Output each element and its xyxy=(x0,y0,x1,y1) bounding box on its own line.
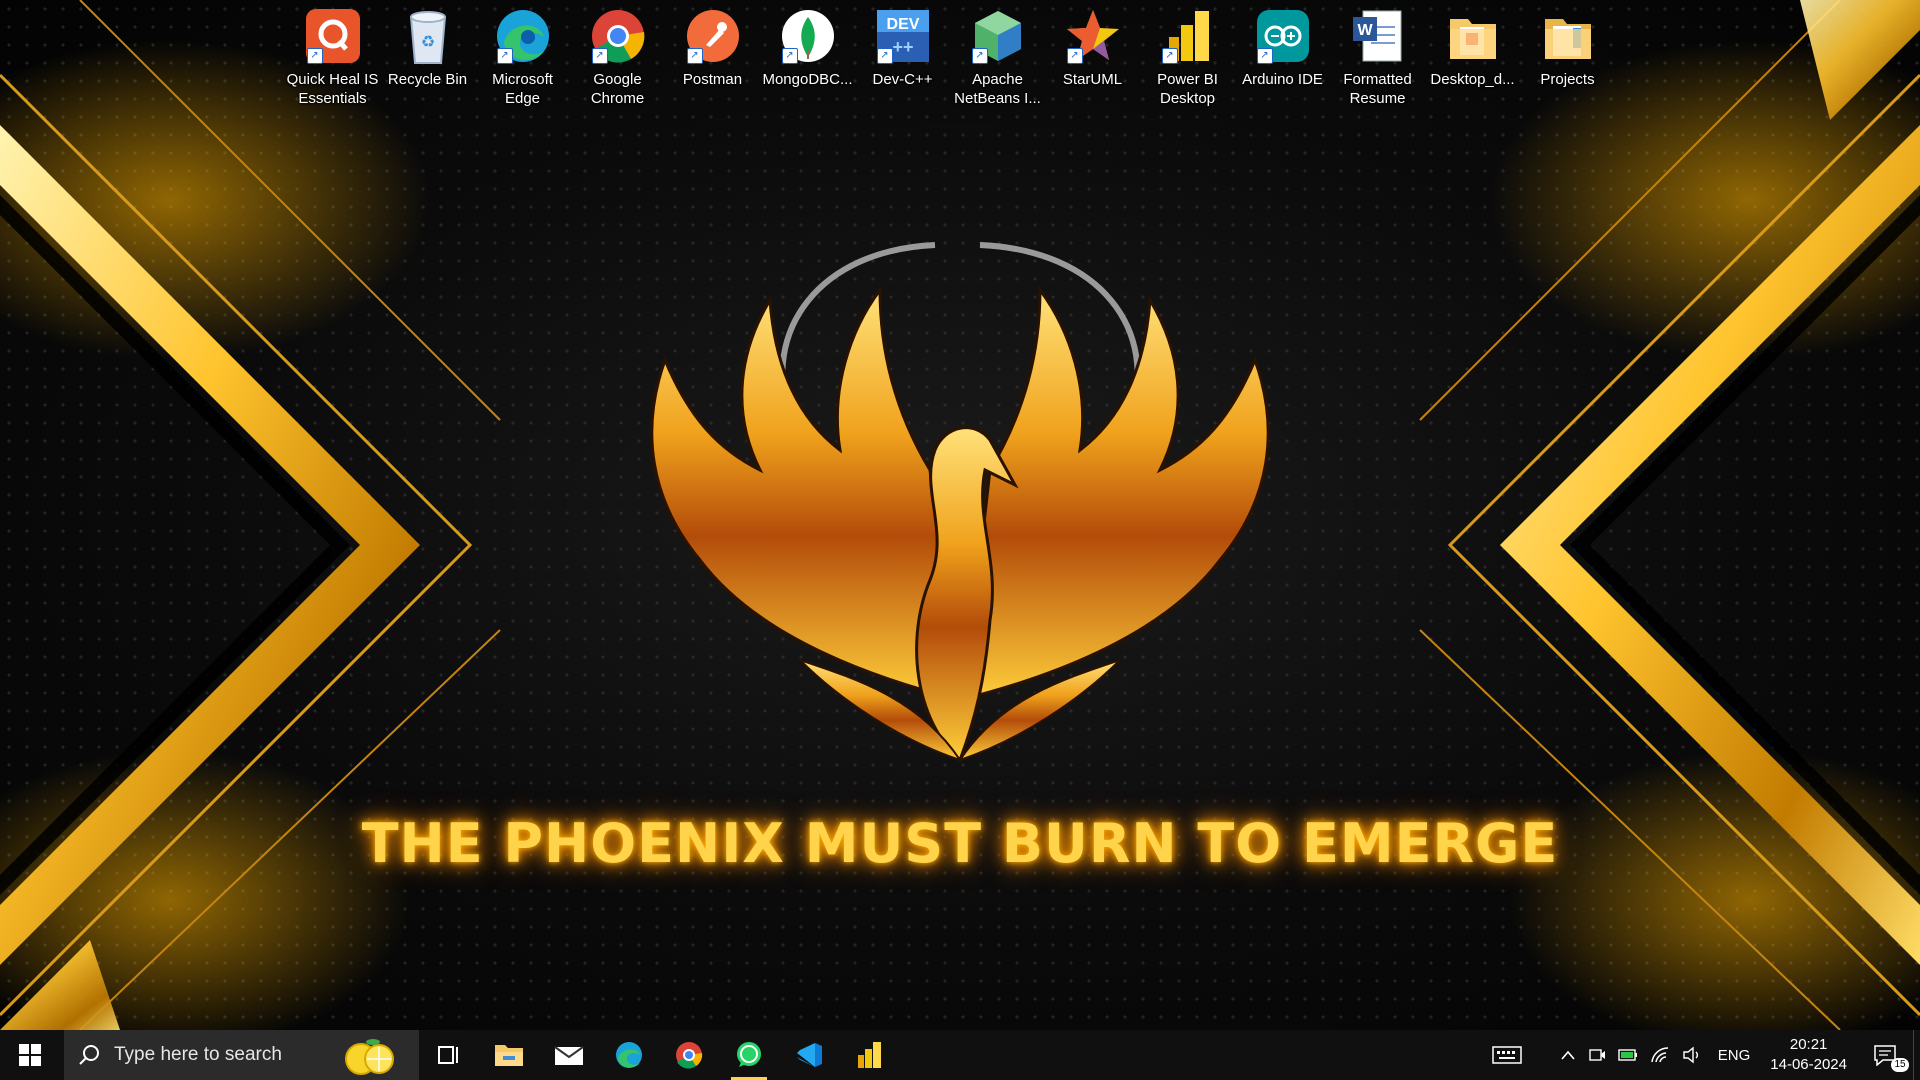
svg-text:DEV: DEV xyxy=(886,16,919,33)
task-view-icon xyxy=(438,1046,458,1064)
taskbar: Type here to search ENG 20:21 14-06-2024… xyxy=(0,1030,1920,1080)
desktop-icon-quick-heal[interactable]: ↗ Quick Heal IS Essentials xyxy=(285,6,380,108)
keyboard-icon xyxy=(1492,1046,1522,1064)
netbeans-icon: ↗ xyxy=(968,6,1028,66)
desktop-icon-label: StarUML xyxy=(1062,71,1123,88)
desktop-icon-mongodb-compass[interactable]: ↗ MongoDBC... xyxy=(760,6,855,108)
clock-time: 20:21 xyxy=(1789,1036,1828,1053)
word-document-icon: W xyxy=(1348,6,1408,66)
desktop-icon-grid: ↗ Quick Heal IS Essentials ♻ Recycle Bin… xyxy=(285,6,1615,108)
desktop-icon-label: Google Chrome xyxy=(590,71,645,107)
taskbar-search-box[interactable]: Type here to search xyxy=(64,1030,419,1080)
camera-icon xyxy=(1589,1049,1605,1061)
wifi-icon xyxy=(1651,1047,1668,1063)
start-button[interactable] xyxy=(0,1030,60,1080)
mongodb-compass-icon: ↗ xyxy=(778,6,838,66)
tray-clock[interactable]: 20:21 14-06-2024 xyxy=(1760,1035,1857,1075)
svg-text:++: ++ xyxy=(892,37,913,57)
tray-meet-now[interactable] xyxy=(1582,1030,1612,1080)
quick-heal-icon: ↗ xyxy=(303,6,363,66)
taskbar-whatsapp[interactable] xyxy=(719,1030,779,1080)
staruml-icon: ↗ xyxy=(1063,6,1123,66)
desktop-icon-google-chrome[interactable]: ↗ Google Chrome xyxy=(570,6,665,108)
taskbar-power-bi[interactable] xyxy=(839,1030,899,1080)
taskbar-edge[interactable] xyxy=(599,1030,659,1080)
tray-touch-keyboard[interactable] xyxy=(1486,1030,1528,1080)
desktop-icon-label: Arduino IDE xyxy=(1242,71,1323,88)
desktop-icon-label: Formatted Resume xyxy=(1343,71,1412,107)
taskbar-mail[interactable] xyxy=(539,1030,599,1080)
tray-language[interactable]: ENG xyxy=(1708,1030,1761,1080)
lemon-search-highlight-icon xyxy=(345,1039,394,1075)
taskbar-file-explorer[interactable] xyxy=(479,1030,539,1080)
notification-count-badge: 15 xyxy=(1891,1058,1909,1072)
desktop-icon-label: MongoDBC... xyxy=(762,71,853,88)
edge-icon: ↗ xyxy=(493,6,553,66)
postman-icon: ↗ xyxy=(683,6,743,66)
tray-volume[interactable] xyxy=(1676,1030,1708,1080)
svg-text:W: W xyxy=(1357,22,1373,39)
taskbar-chrome[interactable] xyxy=(659,1030,719,1080)
wallpaper-art xyxy=(0,0,1920,1030)
folder-icon xyxy=(495,1045,523,1066)
chrome-icon xyxy=(676,1042,703,1069)
desktop-icon-staruml[interactable]: ↗ StarUML xyxy=(1045,6,1140,108)
desktop-icon-label: Quick Heal IS Essentials xyxy=(286,71,379,107)
folder-icon xyxy=(1538,6,1598,66)
desktop-icon-formatted-resume[interactable]: W Formatted Resume xyxy=(1330,6,1425,108)
desktop: ↗ Quick Heal IS Essentials ♻ Recycle Bin… xyxy=(0,0,1920,1030)
tray-notification-center[interactable]: 15 xyxy=(1857,1030,1913,1080)
desktop-icon-label: Power BI Desktop xyxy=(1157,71,1218,107)
search-icon xyxy=(79,1045,99,1065)
chrome-icon: ↗ xyxy=(588,6,648,66)
desktop-icon-recycle-bin[interactable]: ♻ Recycle Bin xyxy=(380,6,475,108)
taskbar-task-view[interactable] xyxy=(419,1030,479,1080)
search-placeholder: Type here to search xyxy=(114,1044,282,1065)
desktop-icon-label: Postman xyxy=(682,71,743,88)
desktop-icon-label: Recycle Bin xyxy=(387,71,468,88)
desktop-icon-label: Dev-C++ xyxy=(872,71,933,88)
dev-cpp-icon: DEV ++ ↗ xyxy=(873,6,933,66)
desktop-icon-label: Desktop_d... xyxy=(1430,71,1515,88)
power-bi-icon: ↗ xyxy=(1158,6,1218,66)
mail-icon xyxy=(554,1046,584,1065)
folder-icon xyxy=(1443,6,1503,66)
clock-date: 14-06-2024 xyxy=(1770,1056,1847,1073)
desktop-icon-label: Projects xyxy=(1540,71,1595,88)
show-desktop-button[interactable] xyxy=(1913,1030,1920,1080)
tray-show-hidden-icons[interactable] xyxy=(1554,1030,1582,1080)
phoenix-emblem xyxy=(650,242,1270,763)
desktop-icon-label: Apache NetBeans I... xyxy=(954,71,1041,107)
desktop-icon-postman[interactable]: ↗ Postman xyxy=(665,6,760,108)
desktop-icon-apache-netbeans[interactable]: ↗ Apache NetBeans I... xyxy=(950,6,1045,108)
svg-text:♻: ♻ xyxy=(420,34,434,51)
desktop-icon-microsoft-edge[interactable]: ↗ Microsoft Edge xyxy=(475,6,570,108)
wallpaper-motto-text: THE PHOENIX MUST BURN TO EMERGE xyxy=(361,812,1559,875)
edge-icon xyxy=(616,1042,642,1068)
chevron-up-icon xyxy=(1561,1050,1575,1060)
system-tray: ENG 20:21 14-06-2024 15 xyxy=(1486,1030,1920,1080)
whatsapp-icon xyxy=(737,1042,761,1067)
windows-logo-icon xyxy=(19,1044,41,1066)
desktop-icon-desktop-folder[interactable]: Desktop_d... xyxy=(1425,6,1520,108)
arduino-icon: ↗ xyxy=(1253,6,1313,66)
desktop-icon-arduino-ide[interactable]: ↗ Arduino IDE xyxy=(1235,6,1330,108)
battery-icon xyxy=(1618,1049,1637,1061)
speaker-icon xyxy=(1683,1046,1698,1064)
tray-battery[interactable] xyxy=(1612,1030,1644,1080)
tray-network[interactable] xyxy=(1644,1030,1676,1080)
desktop-icon-dev-cpp[interactable]: DEV ++ ↗ Dev-C++ xyxy=(855,6,950,108)
desktop-icon-power-bi[interactable]: ↗ Power BI Desktop xyxy=(1140,6,1235,108)
desktop-icon-label: Microsoft Edge xyxy=(492,71,553,107)
power-bi-icon xyxy=(858,1042,881,1068)
vscode-icon xyxy=(797,1043,822,1067)
desktop-icon-projects[interactable]: Projects xyxy=(1520,6,1615,108)
recycle-bin-icon: ♻ xyxy=(398,6,458,66)
taskbar-vscode[interactable] xyxy=(779,1030,839,1080)
